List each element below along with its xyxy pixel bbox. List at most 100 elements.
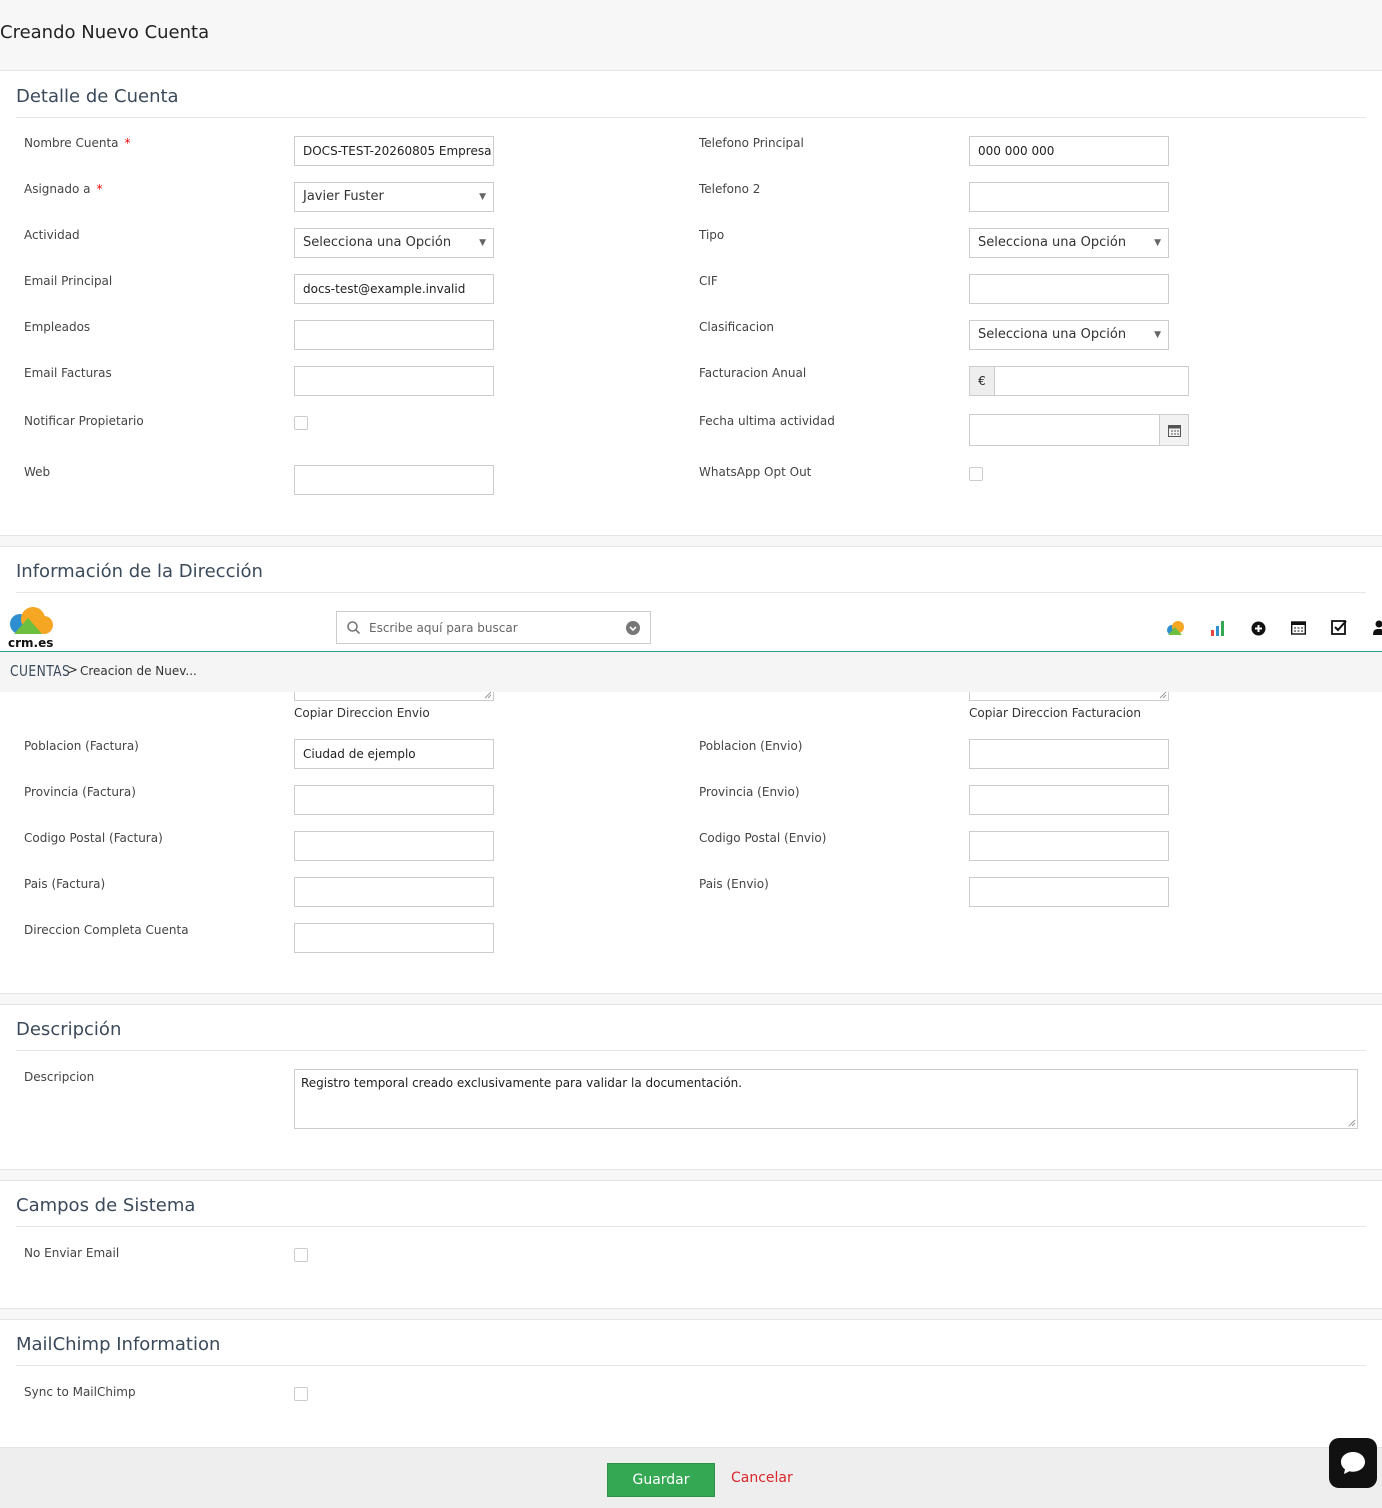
- email-label: Email Principal: [24, 274, 113, 288]
- assigned-select[interactable]: Javier Fuster ▼: [294, 182, 494, 212]
- section-divider: [16, 117, 1366, 118]
- section-divider: [16, 1050, 1366, 1051]
- type-select[interactable]: Selecciona una Opción ▼: [969, 228, 1169, 258]
- description-label: Descripcion: [24, 1070, 95, 1084]
- mailchimp-section: MailChimp Information Sync to MailChimp: [0, 1319, 1382, 1448]
- billing-street-textarea[interactable]: [294, 691, 494, 701]
- breadcrumb: CUENTAS > Creacion de Nuev...: [0, 652, 1382, 692]
- account-name-input[interactable]: DOCS-TEST-20260805 Empresa: [294, 136, 494, 166]
- section-title: Detalle de Cuenta: [16, 86, 179, 107]
- web-input[interactable]: [294, 465, 494, 495]
- logo[interactable]: crm.es: [6, 606, 56, 650]
- description-text: Registro temporal creado exclusivamente …: [301, 1076, 743, 1090]
- type-value: Selecciona una Opción: [978, 235, 1127, 250]
- assigned-label: Asignado a *: [24, 182, 103, 196]
- required-mark: *: [96, 182, 103, 196]
- revenue-label: Facturacion Anual: [699, 366, 807, 380]
- breadcrumb-current: Creacion de Nuev...: [80, 664, 197, 678]
- notify-owner-checkbox[interactable]: [294, 416, 308, 430]
- city-ship-input[interactable]: [969, 739, 1169, 769]
- full-address-input[interactable]: [294, 923, 494, 953]
- phone-label: Telefono Principal: [699, 136, 804, 150]
- activity-select[interactable]: Selecciona una Opción ▼: [294, 228, 494, 258]
- classification-value: Selecciona una Opción: [978, 327, 1127, 342]
- zip-bill-label: Codigo Postal (Factura): [24, 831, 163, 845]
- description-textarea[interactable]: Registro temporal creado exclusivamente …: [294, 1069, 1358, 1129]
- whatsapp-optout-label: WhatsApp Opt Out: [699, 465, 812, 479]
- resize-grip-icon: [1348, 1119, 1356, 1127]
- phone2-label: Telefono 2: [699, 182, 761, 196]
- section-divider: [16, 1365, 1366, 1366]
- type-label: Tipo: [699, 228, 725, 242]
- employees-label: Empleados: [24, 320, 91, 334]
- full-address-label: Direccion Completa Cuenta: [24, 923, 189, 937]
- tasks-checkbox-icon[interactable]: [1331, 619, 1348, 636]
- reports-chart-icon[interactable]: [1210, 620, 1226, 636]
- cloud-app-icon[interactable]: [1165, 621, 1187, 635]
- top-navbar: crm.es Escribe aquí para buscar: [0, 603, 1382, 652]
- page-title: Creando Nuevo Cuenta: [0, 22, 210, 43]
- city-bill-input[interactable]: Ciudad de ejemplo: [294, 739, 494, 769]
- required-mark: *: [124, 136, 131, 150]
- resize-grip-icon: [1159, 691, 1167, 699]
- city-bill-label: Poblacion (Factura): [24, 739, 139, 753]
- form-actions-bar: Guardar Cancelar: [0, 1448, 1382, 1508]
- copy-billing-link[interactable]: Copiar Direccion Facturacion: [969, 706, 1141, 720]
- zip-ship-input[interactable]: [969, 831, 1169, 861]
- whatsapp-optout-checkbox[interactable]: [969, 467, 983, 481]
- zip-ship-label: Codigo Postal (Envio): [699, 831, 827, 845]
- revenue-input[interactable]: €: [969, 366, 1189, 396]
- save-button[interactable]: Guardar: [607, 1463, 715, 1497]
- section-divider: [16, 1226, 1366, 1227]
- calendar-icon[interactable]: [1159, 415, 1188, 445]
- account-detail-section: Detalle de Cuenta Nombre Cuenta * DOCS-TE…: [0, 70, 1382, 536]
- global-search[interactable]: Escribe aquí para buscar: [336, 611, 651, 644]
- city-ship-label: Poblacion (Envio): [699, 739, 803, 753]
- last-activity-date-input[interactable]: [969, 414, 1189, 446]
- user-icon[interactable]: [1373, 620, 1382, 635]
- zip-bill-input[interactable]: [294, 831, 494, 861]
- section-title: MailChimp Information: [16, 1334, 221, 1355]
- sync-mailchimp-checkbox[interactable]: [294, 1387, 308, 1401]
- section-divider: [16, 592, 1366, 593]
- no-email-checkbox[interactable]: [294, 1248, 308, 1262]
- phone-input[interactable]: 000 000 000: [969, 136, 1169, 166]
- phone2-input[interactable]: [969, 182, 1169, 212]
- calendar-icon[interactable]: [1291, 620, 1306, 635]
- employees-input[interactable]: [294, 320, 494, 350]
- country-bill-input[interactable]: [294, 877, 494, 907]
- province-ship-label: Provincia (Envio): [699, 785, 800, 799]
- chat-bubble-icon: [1341, 1452, 1365, 1474]
- search-input[interactable]: Escribe aquí para buscar: [369, 621, 518, 635]
- breadcrumb-module[interactable]: CUENTAS: [10, 662, 70, 680]
- search-icon: [347, 621, 360, 634]
- cancel-link[interactable]: Cancelar: [731, 1470, 793, 1486]
- invoice-email-input[interactable]: [294, 366, 494, 396]
- chat-widget-button[interactable]: [1329, 1438, 1377, 1488]
- assigned-value: Javier Fuster: [303, 189, 384, 204]
- country-ship-label: Pais (Envio): [699, 877, 769, 891]
- last-activity-label: Fecha ultima actividad: [699, 414, 835, 428]
- copy-shipping-link[interactable]: Copiar Direccion Envio: [294, 706, 430, 720]
- activity-label: Actividad: [24, 228, 80, 242]
- breadcrumb-separator: >: [67, 663, 78, 678]
- classification-label: Clasificacion: [699, 320, 775, 334]
- description-section: Descripción Descripcion Registro tempora…: [0, 1004, 1382, 1170]
- activity-value: Selecciona una Opción: [303, 235, 452, 250]
- cif-input[interactable]: [969, 274, 1169, 304]
- province-ship-input[interactable]: [969, 785, 1169, 815]
- currency-addon: €: [970, 367, 995, 395]
- country-ship-input[interactable]: [969, 877, 1169, 907]
- classification-select[interactable]: Selecciona una Opción ▼: [969, 320, 1169, 350]
- add-circle-icon[interactable]: [1251, 621, 1266, 636]
- country-bill-label: Pais (Factura): [24, 877, 106, 891]
- sync-mailchimp-label: Sync to MailChimp: [24, 1385, 136, 1399]
- province-bill-input[interactable]: [294, 785, 494, 815]
- cif-label: CIF: [699, 274, 718, 288]
- invoice-email-label: Email Facturas: [24, 366, 112, 380]
- email-input[interactable]: docs-test@example.invalid: [294, 274, 494, 304]
- chevron-down-icon: ▼: [479, 192, 486, 202]
- resize-grip-icon: [484, 691, 492, 699]
- shipping-street-textarea[interactable]: [969, 691, 1169, 701]
- system-fields-section: Campos de Sistema No Enviar Email: [0, 1180, 1382, 1309]
